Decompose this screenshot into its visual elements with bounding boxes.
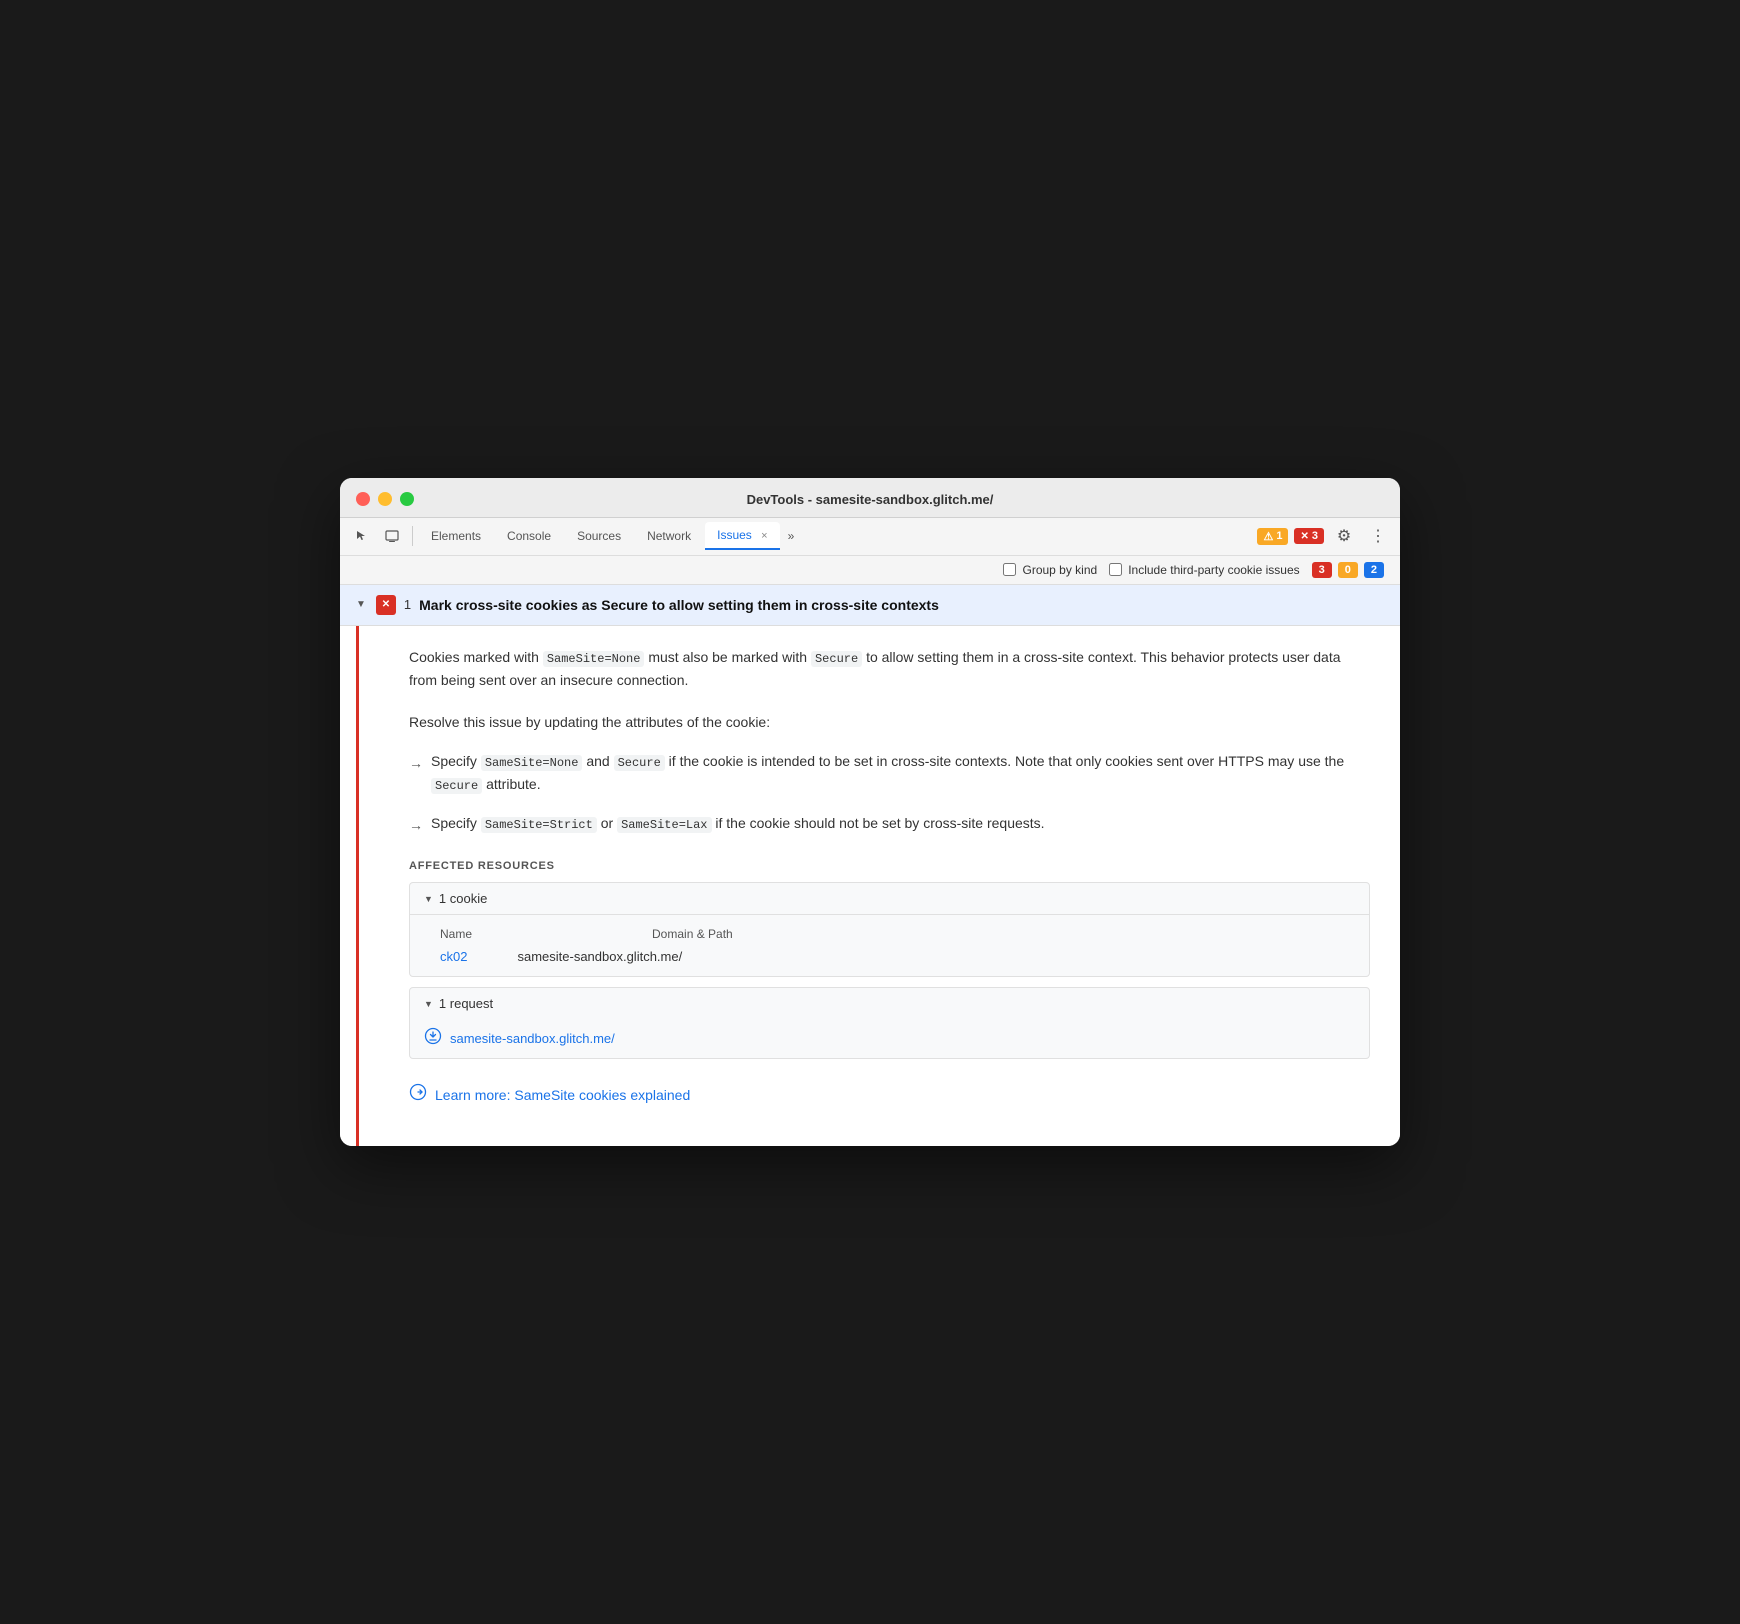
filter-info-badge[interactable]: 2 bbox=[1364, 562, 1384, 578]
bullet-item-1: → Specify SameSite=None and Secure if th… bbox=[409, 750, 1370, 796]
maximize-traffic-light[interactable] bbox=[400, 492, 414, 506]
error-badge[interactable]: ✕ 3 bbox=[1294, 528, 1324, 544]
main-content: ▼ ✕ 1 Mark cross-site cookies as Secure … bbox=[340, 585, 1400, 1147]
issue-count: 1 bbox=[404, 597, 411, 612]
affected-resources: AFFECTED RESOURCES ▼ 1 cookie Name Domai… bbox=[409, 860, 1370, 1059]
request-row: samesite-sandbox.glitch.me/ bbox=[410, 1019, 1369, 1058]
tab-sources[interactable]: Sources bbox=[565, 523, 633, 549]
bullet-arrow-1: → bbox=[409, 752, 423, 774]
issue-description: Cookies marked with SameSite=None must a… bbox=[409, 646, 1370, 692]
request-section: ▼ 1 request samesite-sandbox.glitch.me/ bbox=[409, 987, 1370, 1059]
affected-label: AFFECTED RESOURCES bbox=[409, 860, 1370, 872]
cookie-section-label: 1 cookie bbox=[439, 891, 487, 906]
code-samesite-none-1: SameSite=None bbox=[543, 651, 645, 667]
tab-bar: Elements Console Sources Network Issues … bbox=[340, 518, 1400, 556]
bullet-arrow-2: → bbox=[409, 814, 423, 836]
filter-error-badge[interactable]: 3 bbox=[1312, 562, 1332, 578]
request-url-link[interactable]: samesite-sandbox.glitch.me/ bbox=[450, 1031, 615, 1046]
cookie-column-headers: Name Domain & Path bbox=[440, 923, 1339, 945]
request-expand-arrow: ▼ bbox=[424, 999, 433, 1009]
issue-expand-arrow: ▼ bbox=[356, 599, 366, 610]
cookie-name-link[interactable]: ck02 bbox=[440, 949, 467, 964]
group-by-kind-checkbox[interactable] bbox=[1003, 563, 1016, 576]
warning-badge[interactable]: ⚠ 1 bbox=[1257, 528, 1288, 545]
title-bar: DevTools - samesite-sandbox.glitch.me/ bbox=[340, 478, 1400, 518]
filter-badges: 3 0 2 bbox=[1312, 562, 1384, 578]
cookie-section-header[interactable]: ▼ 1 cookie bbox=[410, 883, 1369, 915]
cursor-tool-button[interactable] bbox=[348, 522, 376, 550]
code-secure-2: Secure bbox=[614, 755, 665, 771]
warning-icon: ⚠ bbox=[1263, 530, 1273, 543]
code-secure-3: Secure bbox=[431, 778, 482, 794]
col-domain-header: Domain & Path bbox=[652, 927, 733, 941]
learn-more: Learn more: SameSite cookies explained bbox=[409, 1083, 1370, 1126]
include-third-party-checkbox[interactable] bbox=[1109, 563, 1122, 576]
settings-button[interactable]: ⚙ bbox=[1330, 522, 1358, 550]
error-icon: ✕ bbox=[1300, 531, 1308, 542]
issue-error-icon: ✕ bbox=[382, 599, 390, 610]
code-samesite-strict: SameSite=Strict bbox=[481, 817, 597, 833]
resolve-text: Resolve this issue by updating the attri… bbox=[409, 711, 1370, 733]
more-options-button[interactable]: ⋮ bbox=[1364, 522, 1392, 550]
devtools-window: DevTools - samesite-sandbox.glitch.me/ E… bbox=[340, 478, 1400, 1147]
col-name-header: Name bbox=[440, 927, 472, 941]
cookie-table: Name Domain & Path ck02 samesite-sandbox… bbox=[410, 915, 1369, 976]
tab-bar-actions: ⚠ 1 ✕ 3 ⚙ ⋮ bbox=[1257, 522, 1392, 550]
tab-network[interactable]: Network bbox=[635, 523, 703, 549]
more-tabs-button[interactable]: » bbox=[782, 525, 801, 547]
traffic-lights bbox=[356, 492, 414, 506]
close-traffic-light[interactable] bbox=[356, 492, 370, 506]
cookie-row: ck02 samesite-sandbox.glitch.me/ bbox=[440, 945, 1339, 968]
learn-more-link[interactable]: Learn more: SameSite cookies explained bbox=[435, 1087, 690, 1103]
learn-more-icon bbox=[409, 1083, 427, 1106]
tab-console[interactable]: Console bbox=[495, 523, 563, 549]
issue-header[interactable]: ▼ ✕ 1 Mark cross-site cookies as Secure … bbox=[340, 585, 1400, 626]
bullet-item-2: → Specify SameSite=Strict or SameSite=La… bbox=[409, 812, 1370, 836]
filter-bar: Group by kind Include third-party cookie… bbox=[340, 556, 1400, 585]
tab-issues[interactable]: Issues × bbox=[705, 522, 779, 550]
tab-divider bbox=[412, 526, 413, 546]
code-samesite-lax: SameSite=Lax bbox=[617, 817, 711, 833]
issue-body: Cookies marked with SameSite=None must a… bbox=[356, 626, 1400, 1147]
device-tool-button[interactable] bbox=[378, 522, 406, 550]
group-by-kind-label[interactable]: Group by kind bbox=[1003, 563, 1097, 577]
tab-elements[interactable]: Elements bbox=[419, 523, 493, 549]
issue-title: Mark cross-site cookies as Secure to all… bbox=[419, 597, 939, 613]
issue-error-badge: ✕ bbox=[376, 595, 396, 615]
code-samesite-none-2: SameSite=None bbox=[481, 755, 583, 771]
request-section-header[interactable]: ▼ 1 request bbox=[410, 988, 1369, 1019]
minimize-traffic-light[interactable] bbox=[378, 492, 392, 506]
filter-warning-badge[interactable]: 0 bbox=[1338, 562, 1358, 578]
cookie-section: ▼ 1 cookie Name Domain & Path ck02 sames… bbox=[409, 882, 1370, 977]
cookie-expand-arrow: ▼ bbox=[424, 894, 433, 904]
close-tab-issues[interactable]: × bbox=[761, 530, 767, 542]
cookie-domain: samesite-sandbox.glitch.me/ bbox=[517, 949, 682, 964]
include-third-party-label[interactable]: Include third-party cookie issues bbox=[1109, 563, 1299, 577]
window-title: DevTools - samesite-sandbox.glitch.me/ bbox=[747, 492, 994, 507]
code-secure-1: Secure bbox=[811, 651, 862, 667]
request-section-label: 1 request bbox=[439, 996, 493, 1011]
request-download-icon bbox=[424, 1027, 442, 1050]
